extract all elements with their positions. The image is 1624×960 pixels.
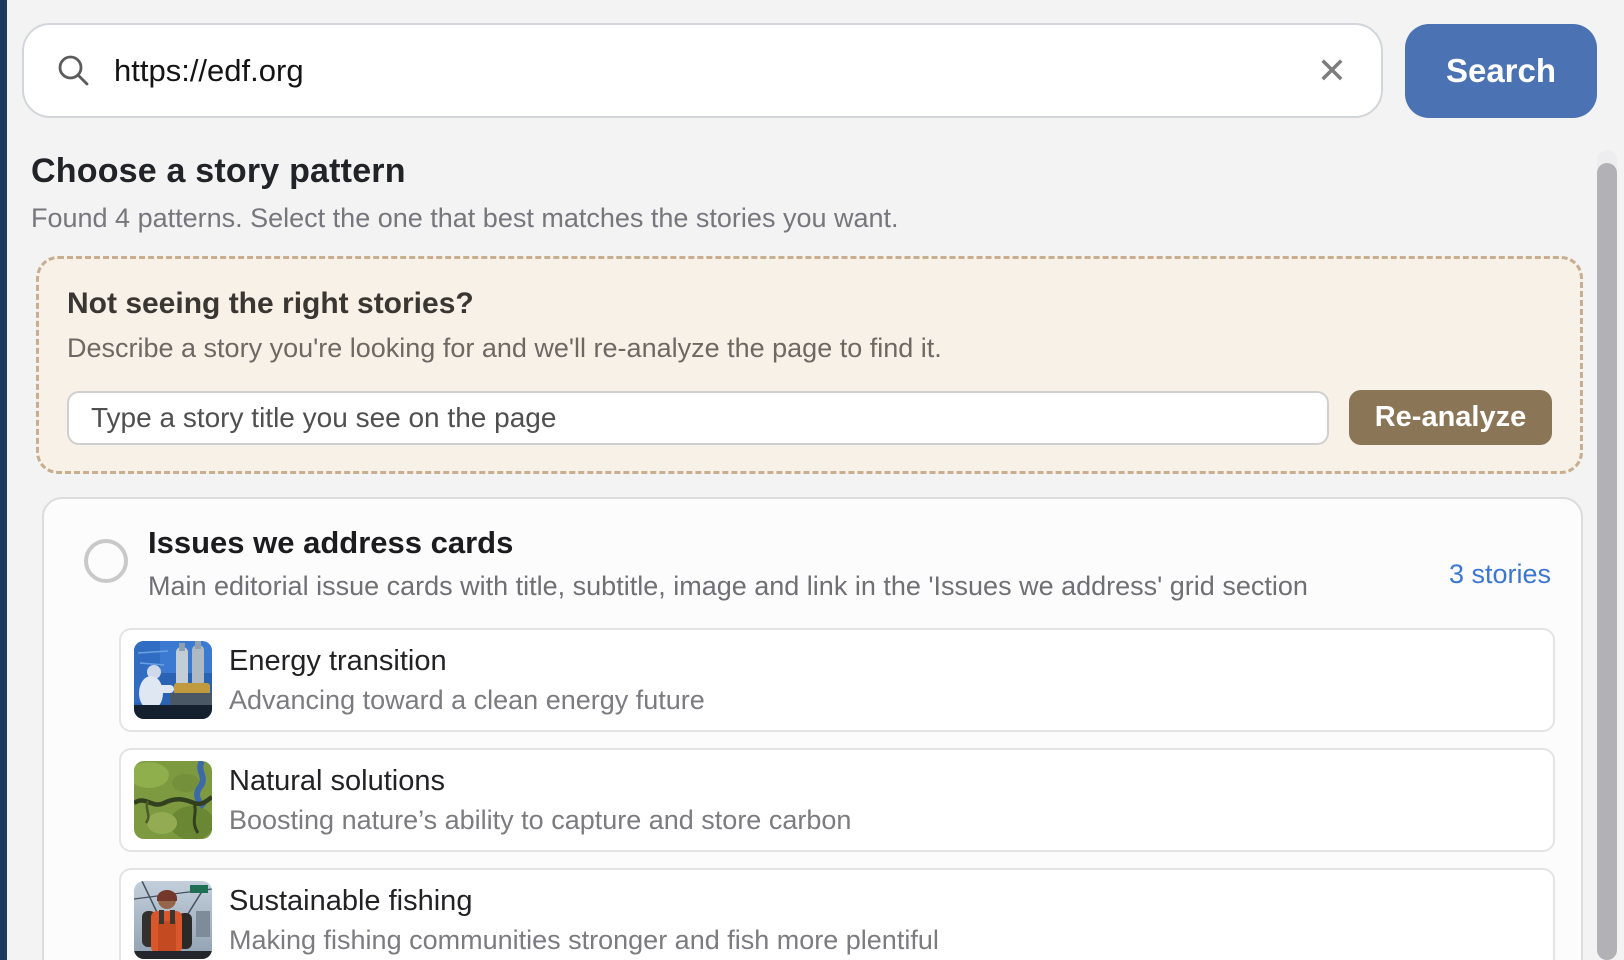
story-thumbnail (134, 641, 212, 719)
reanalyze-row: Re-analyze (67, 390, 1552, 445)
story-thumbnail (134, 761, 212, 839)
page-header: Choose a story pattern Found 4 patterns.… (31, 152, 1597, 234)
pattern-card-header-text: Issues we address cards Main editorial i… (148, 525, 1449, 602)
reanalyze-panel-description: Describe a story you're looking for and … (67, 333, 1552, 364)
story-list: Energy transition Advancing toward a cle… (119, 628, 1551, 960)
story-title: Natural solutions (229, 765, 851, 798)
fisherman-thumbnail-image (134, 881, 212, 959)
story-subtitle: Boosting nature’s ability to capture and… (229, 805, 851, 836)
scrollbar-thumb[interactable] (1597, 163, 1617, 960)
story-item-natural-solutions: Natural solutions Boosting nature’s abil… (119, 748, 1555, 852)
story-item-energy-transition: Energy transition Advancing toward a cle… (119, 628, 1555, 732)
page-title: Choose a story pattern (31, 152, 1597, 191)
story-text: Natural solutions Boosting nature’s abil… (229, 765, 851, 836)
story-title: Energy transition (229, 645, 705, 678)
search-icon (56, 53, 92, 89)
pattern-card-issues-we-address[interactable]: Issues we address cards Main editorial i… (42, 497, 1583, 960)
stories-count-link[interactable]: 3 stories (1449, 559, 1551, 590)
pattern-title: Issues we address cards (148, 525, 1449, 561)
pattern-description: Main editorial issue cards with title, s… (148, 571, 1449, 602)
industrial-lab-thumbnail-image (134, 641, 212, 719)
pattern-card-header: Issues we address cards Main editorial i… (64, 525, 1551, 602)
story-text: Energy transition Advancing toward a cle… (229, 645, 705, 716)
story-item-sustainable-fishing: Sustainable fishing Making fishing commu… (119, 868, 1555, 960)
main-content: ✕ Search Choose a story pattern Found 4 … (7, 0, 1597, 960)
search-row: ✕ Search (22, 23, 1597, 118)
reanalyze-button[interactable]: Re-analyze (1349, 390, 1552, 445)
search-button[interactable]: Search (1405, 24, 1597, 118)
scrollbar-track[interactable] (1597, 150, 1617, 960)
pattern-radio-button[interactable] (84, 539, 128, 583)
page-subtitle: Found 4 patterns. Select the one that be… (31, 203, 1597, 234)
aerial-river-thumbnail-image (134, 761, 212, 839)
window-left-accent-stripe (0, 0, 7, 960)
story-subtitle: Making fishing communities stronger and … (229, 925, 939, 956)
story-title: Sustainable fishing (229, 885, 939, 918)
story-text: Sustainable fishing Making fishing commu… (229, 885, 939, 956)
url-input[interactable] (114, 53, 1313, 89)
url-search-box[interactable]: ✕ (22, 23, 1383, 118)
story-subtitle: Advancing toward a clean energy future (229, 685, 705, 716)
reanalyze-panel-title: Not seeing the right stories? (67, 287, 1552, 321)
clear-icon[interactable]: ✕ (1313, 53, 1351, 89)
story-title-input[interactable] (67, 391, 1329, 445)
story-thumbnail (134, 881, 212, 959)
reanalyze-panel: Not seeing the right stories? Describe a… (36, 256, 1583, 474)
